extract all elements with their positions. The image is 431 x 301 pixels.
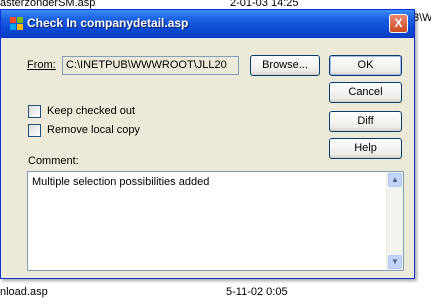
windows-flag-icon — [10, 17, 23, 30]
scroll-down-arrow-icon[interactable]: ▼ — [388, 255, 402, 269]
scroll-up-arrow-icon[interactable]: ▲ — [388, 173, 402, 187]
from-path-field[interactable]: C:\INETPUB\WWWROOT\JLL20 — [62, 56, 239, 75]
comment-text[interactable]: Multiple selection possibilities added — [32, 176, 209, 188]
close-button[interactable]: X — [389, 14, 408, 33]
keep-checked-out-checkbox[interactable] — [28, 105, 41, 118]
help-button[interactable]: Help — [329, 138, 402, 159]
cancel-button[interactable]: Cancel — [329, 82, 402, 103]
keep-checked-out-label: Keep checked out — [47, 105, 136, 117]
close-icon: X — [394, 16, 403, 30]
background-file-name: asterzonderSM.asp — [0, 0, 96, 9]
background-fragment: 3\W — [413, 12, 431, 24]
ok-button[interactable]: OK — [329, 55, 402, 76]
from-label: From: — [27, 59, 56, 71]
comment-scrollbar[interactable]: ▲ ▼ — [386, 172, 403, 270]
title-bar[interactable]: Check In companydetail.asp X — [1, 10, 414, 38]
remove-local-copy-checkbox[interactable] — [28, 124, 41, 137]
comment-textarea[interactable]: Multiple selection possibilities added ▲… — [27, 171, 404, 271]
diff-button[interactable]: Diff — [329, 111, 402, 132]
background-file-date: 2-01-03 14:25 — [230, 0, 299, 9]
browse-button[interactable]: Browse... — [250, 55, 320, 76]
background-file-date: 5-11-02 0:05 — [226, 286, 288, 298]
dialog-title: Check In companydetail.asp — [27, 16, 189, 30]
check-in-dialog: Check In companydetail.asp X From: C:\IN… — [0, 9, 415, 279]
background-file-name: nload.asp — [0, 286, 48, 298]
remove-local-copy-label: Remove local copy — [47, 124, 140, 136]
comment-label: Comment: — [28, 155, 79, 167]
